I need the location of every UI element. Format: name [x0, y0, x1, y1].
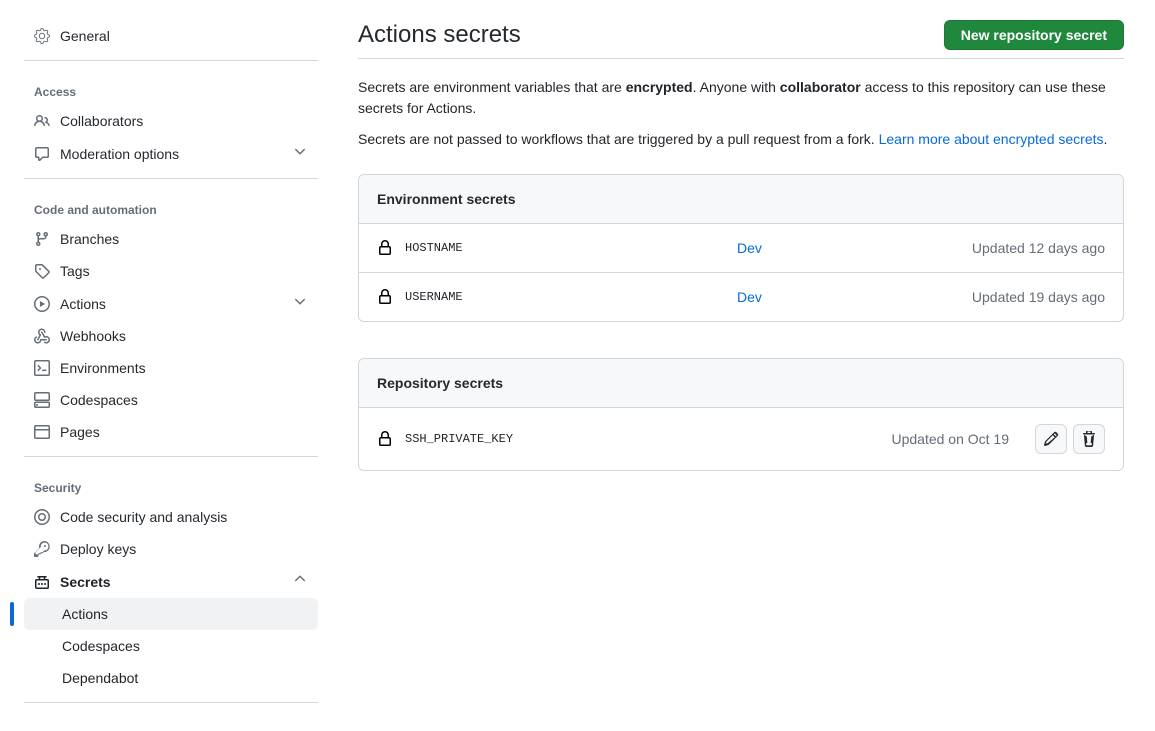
label: Actions: [60, 294, 106, 314]
tag-icon: [34, 263, 50, 279]
label: Environments: [60, 358, 146, 378]
divider: [24, 178, 318, 179]
secret-env: Dev: [737, 289, 960, 305]
secret-updated: Updated on Oct 19: [891, 431, 1009, 447]
play-icon: [34, 296, 50, 312]
sidebar-subitem-codespaces[interactable]: Codespaces: [24, 630, 318, 662]
environment-secrets-box: Environment secrets HOSTNAME Dev Updated…: [358, 174, 1124, 322]
label: Collaborators: [60, 111, 143, 131]
lock-icon: [377, 289, 393, 305]
branch-icon: [34, 231, 50, 247]
sidebar-item-codesec[interactable]: Code security and analysis: [24, 501, 318, 533]
page-header: Actions secrets New repository secret: [358, 20, 1124, 59]
label: Codespaces: [62, 636, 140, 656]
key-icon: [34, 541, 50, 557]
codespaces-icon: [34, 392, 50, 408]
box-header: Repository secrets: [359, 359, 1123, 408]
secret-env: Dev: [737, 240, 960, 256]
lock-icon: [377, 240, 393, 256]
secrets-submenu: Actions Codespaces Dependabot: [24, 598, 318, 694]
page-title: Actions secrets: [358, 21, 521, 49]
secret-name: USERNAME: [405, 290, 725, 304]
secret-updated: Updated 19 days ago: [972, 289, 1105, 305]
chevron-down-icon: [292, 143, 308, 164]
delete-button[interactable]: [1073, 424, 1105, 454]
new-secret-button[interactable]: New repository secret: [944, 20, 1124, 50]
sidebar-item-codespaces[interactable]: Codespaces: [24, 384, 318, 416]
label: Dependabot: [62, 668, 138, 688]
sidebar-subitem-actions[interactable]: Actions: [24, 598, 318, 630]
gear-icon: [34, 28, 50, 44]
comment-icon: [34, 146, 50, 162]
browser-icon: [34, 424, 50, 440]
label: Actions: [62, 604, 108, 624]
divider: [24, 60, 318, 61]
secret-row: USERNAME Dev Updated 19 days ago: [359, 273, 1123, 321]
server-icon: [34, 360, 50, 376]
secret-name: SSH_PRIVATE_KEY: [405, 432, 879, 446]
label: Branches: [60, 229, 119, 249]
secret-row: HOSTNAME Dev Updated 12 days ago: [359, 224, 1123, 273]
sidebar-item-moderation[interactable]: Moderation options: [24, 137, 318, 170]
env-link[interactable]: Dev: [737, 240, 762, 256]
chevron-up-icon: [292, 571, 308, 592]
people-icon: [34, 113, 50, 129]
secret-row: SSH_PRIVATE_KEY Updated on Oct 19: [359, 408, 1123, 470]
sidebar-item-actions[interactable]: Actions: [24, 287, 318, 320]
secret-updated: Updated 12 days ago: [972, 240, 1105, 256]
repository-secrets-box: Repository secrets SSH_PRIVATE_KEY Updat…: [358, 358, 1124, 471]
shield-icon: [34, 509, 50, 525]
asterisk-icon: [34, 574, 50, 590]
section-heading-code: Code and automation: [24, 187, 318, 223]
section-heading-security: Security: [24, 465, 318, 501]
label: Deploy keys: [60, 539, 136, 559]
label: Code security and analysis: [60, 507, 227, 527]
row-actions: [1035, 424, 1105, 454]
edit-button[interactable]: [1035, 424, 1067, 454]
divider: [24, 456, 318, 457]
lock-icon: [377, 431, 393, 447]
label: Codespaces: [60, 390, 138, 410]
label: Tags: [60, 261, 90, 281]
main-content: Actions secrets New repository secret Se…: [334, 20, 1124, 711]
sidebar-item-pages[interactable]: Pages: [24, 416, 318, 448]
label: Secrets: [60, 572, 111, 592]
env-link[interactable]: Dev: [737, 289, 762, 305]
secret-name: HOSTNAME: [405, 241, 725, 255]
label: Webhooks: [60, 326, 126, 346]
sidebar-item-deploykeys[interactable]: Deploy keys: [24, 533, 318, 565]
label: Pages: [60, 422, 100, 442]
sidebar-subitem-dependabot[interactable]: Dependabot: [24, 662, 318, 694]
description-1: Secrets are environment variables that a…: [358, 77, 1124, 119]
sidebar-item-environments[interactable]: Environments: [24, 352, 318, 384]
sidebar-item-secrets[interactable]: Secrets: [24, 565, 318, 598]
sidebar-item-branches[interactable]: Branches: [24, 223, 318, 255]
webhook-icon: [34, 328, 50, 344]
label: General: [60, 26, 110, 46]
sidebar-item-webhooks[interactable]: Webhooks: [24, 320, 318, 352]
sidebar-item-collaborators[interactable]: Collaborators: [24, 105, 318, 137]
settings-sidebar: General Access Collaborators Moderation …: [24, 20, 334, 711]
box-header: Environment secrets: [359, 175, 1123, 224]
label: Moderation options: [60, 144, 179, 164]
sidebar-item-tags[interactable]: Tags: [24, 255, 318, 287]
section-heading-access: Access: [24, 69, 318, 105]
divider: [24, 702, 318, 703]
chevron-down-icon: [292, 293, 308, 314]
description-2: Secrets are not passed to workflows that…: [358, 129, 1124, 150]
learn-more-link[interactable]: Learn more about encrypted secrets: [879, 131, 1104, 147]
sidebar-item-general[interactable]: General: [24, 20, 318, 52]
